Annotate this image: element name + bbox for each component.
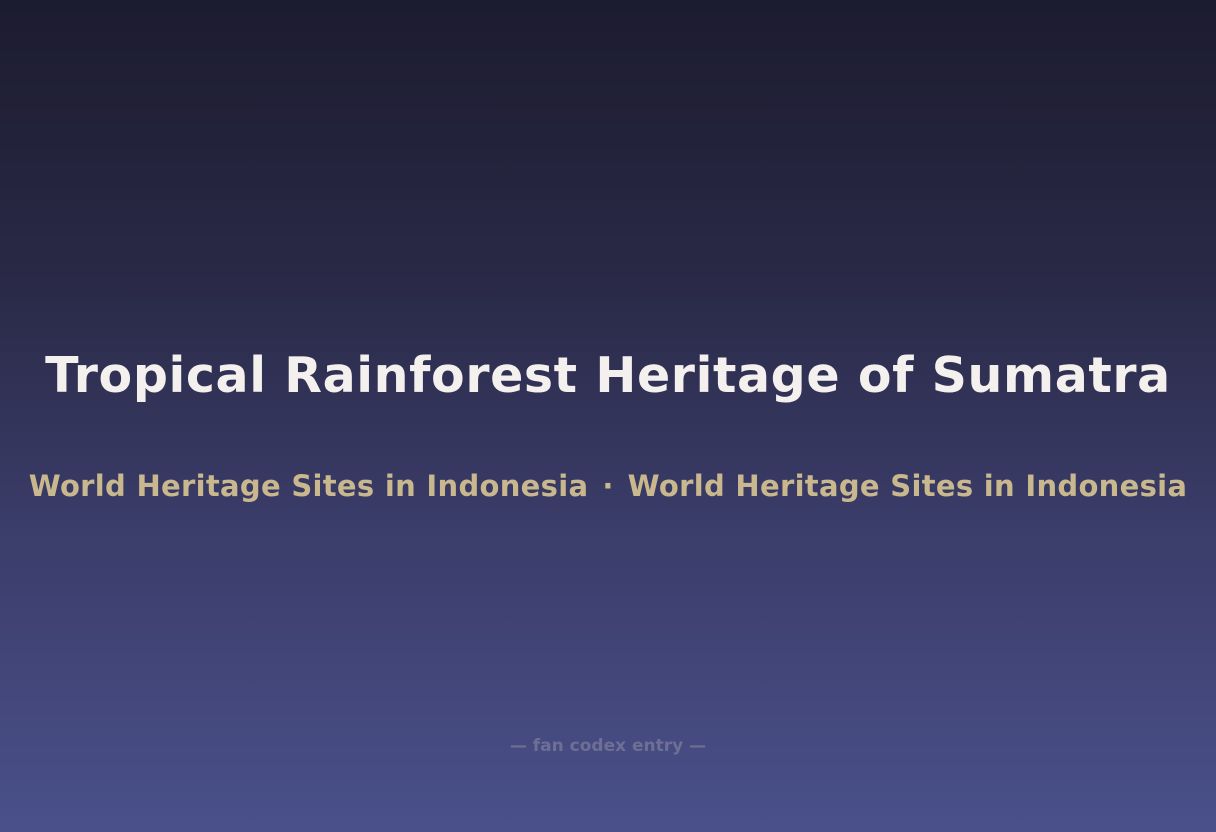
subtitle-right: World Heritage Sites in Indonesia — [627, 469, 1188, 503]
subtitle: World Heritage Sites in Indonesia · World … — [0, 466, 1216, 506]
subtitle-left: World Heritage Sites in Indonesia — [28, 469, 589, 503]
footer-caption: — fan codex entry — — [509, 736, 707, 756]
page-title: Tropical Rainforest Heritage of Sumatra — [45, 347, 1171, 404]
subtitle-separator: · — [602, 469, 614, 503]
